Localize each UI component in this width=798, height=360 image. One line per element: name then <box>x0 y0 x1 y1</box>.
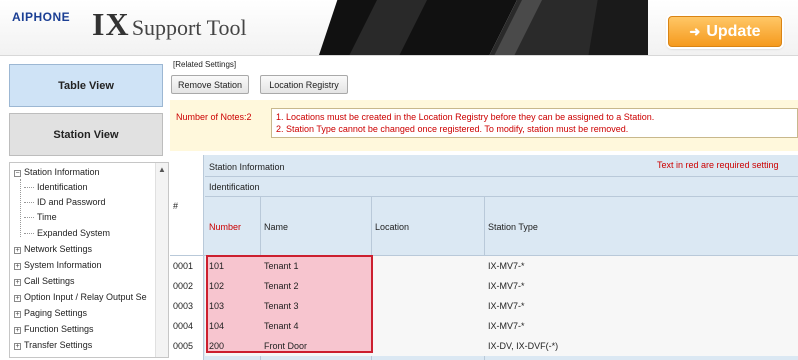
tree-dash <box>24 187 34 189</box>
expand-icon[interactable]: + <box>14 343 21 350</box>
tree-child-time[interactable]: Time <box>24 210 57 225</box>
tree-dash <box>24 202 34 204</box>
expand-icon[interactable]: + <box>14 247 21 254</box>
tree-item-station-information[interactable]: − Station Information <box>14 165 100 180</box>
grid-line <box>205 196 798 197</box>
tree-child-expanded-system[interactable]: Expanded System <box>24 226 110 241</box>
expand-icon[interactable]: + <box>14 279 21 286</box>
cell-name[interactable]: Tenant 1 <box>264 256 299 276</box>
cell-station-type: IX-MV7-* <box>488 281 525 291</box>
tree-dash <box>24 217 34 219</box>
note-line-1: 1. Locations must be created in the Loca… <box>276 112 655 122</box>
table-view-label: Table View <box>58 79 114 92</box>
cell-number[interactable]: 104 <box>209 316 224 336</box>
row-index: 0001 <box>173 261 194 271</box>
tree-item-label: System Information <box>24 260 102 270</box>
related-settings-label: [Related Settings] <box>173 60 237 69</box>
column-header-station-type[interactable]: Station Type <box>488 222 538 232</box>
app-title-rest: Support Tool <box>131 15 247 40</box>
tree-scrollbar[interactable]: ▲ <box>155 163 168 357</box>
tree-item-label: Paging Settings <box>24 308 88 318</box>
app-title: IX Support Tool <box>92 6 247 43</box>
row-index: 0002 <box>173 281 194 291</box>
tree-connector <box>20 179 21 237</box>
tree-child-id-and-password[interactable]: ID and Password <box>24 195 106 210</box>
cell-station-type: IX-MV7-* <box>488 261 525 271</box>
collapse-icon[interactable]: − <box>14 170 21 177</box>
row-index: 0004 <box>173 321 194 331</box>
cell-name[interactable]: Tenant 2 <box>264 276 299 296</box>
expand-icon[interactable]: + <box>14 295 21 302</box>
tree-item-label: Transfer Settings <box>24 340 93 350</box>
device-photo <box>319 0 648 55</box>
settings-tree: ▲ − Station Information Identification ID… <box>9 162 169 358</box>
row-index: 0003 <box>173 301 194 311</box>
tree-item-transfer-settings[interactable]: + Transfer Settings <box>14 338 92 353</box>
update-button[interactable]: ➜ Update <box>668 16 782 47</box>
tree-item-system-information[interactable]: + System Information <box>14 258 102 273</box>
note-line-2: 2. Station Type cannot be changed once r… <box>276 124 629 134</box>
tree-item-option-input-relay-output[interactable]: + Option Input / Relay Output Se <box>14 290 147 305</box>
expand-icon[interactable]: + <box>14 327 21 334</box>
app-window: AIPHONE IX Support Tool ➜ Update Table V… <box>0 0 798 360</box>
row-index: 0005 <box>173 341 194 351</box>
column-header-name[interactable]: Name <box>264 222 288 232</box>
required-settings-note: Text in red are required setting <box>657 160 779 170</box>
tree-child-label: Expanded System <box>37 228 111 238</box>
expand-icon[interactable]: + <box>14 311 21 318</box>
tree-item-label: Option Input / Relay Output Se <box>24 292 147 302</box>
app-title-ix: IX <box>92 6 130 42</box>
tree-dash <box>24 233 34 235</box>
scroll-up-icon[interactable]: ▲ <box>156 163 168 177</box>
tree-item-label: Station Information <box>24 167 100 177</box>
cell-number[interactable]: 102 <box>209 276 224 296</box>
location-registry-button[interactable]: Location Registry <box>260 75 348 94</box>
cell-station-type: IX-DV, IX-DVF(-*) <box>488 341 559 351</box>
cell-station-type: IX-MV7-* <box>488 301 525 311</box>
table-view-button[interactable]: Table View <box>9 64 163 107</box>
column-header-location[interactable]: Location <box>375 222 409 232</box>
tree-item-label: Function Settings <box>24 324 94 334</box>
row-number-header: # <box>173 201 179 211</box>
cell-name[interactable]: Tenant 3 <box>264 296 299 316</box>
cell-number[interactable]: 200 <box>209 336 224 356</box>
tree-child-label: Time <box>37 212 57 222</box>
column-header-number[interactable]: Number <box>209 222 241 232</box>
tree-item-paging-settings[interactable]: + Paging Settings <box>14 306 87 321</box>
tree-child-label: Identification <box>37 182 88 192</box>
tree-item-label: Call Settings <box>24 276 75 286</box>
tree-item-label: Network Settings <box>24 244 93 254</box>
tree-child-identification[interactable]: Identification <box>24 180 88 195</box>
tree-child-label: ID and Password <box>37 197 106 207</box>
app-header: AIPHONE IX Support Tool ➜ Update <box>0 0 798 56</box>
update-button-label: Update <box>706 22 761 40</box>
remove-station-button[interactable]: Remove Station <box>171 75 249 94</box>
notes-count-label: Number of Notes:2 <box>176 112 252 122</box>
group-header-station-information: Station Information <box>209 162 285 172</box>
grid-line <box>205 176 798 177</box>
tree-item-call-settings[interactable]: + Call Settings <box>14 274 75 289</box>
tree-item-function-settings[interactable]: + Function Settings <box>14 322 94 337</box>
notes-box: 1. Locations must be created in the Loca… <box>271 108 798 138</box>
cell-name[interactable]: Front Door <box>264 336 307 356</box>
sub-header-identification: Identification <box>209 182 260 192</box>
cell-number[interactable]: 103 <box>209 296 224 316</box>
cell-name[interactable]: Tenant 4 <box>264 316 299 336</box>
expand-icon[interactable]: + <box>14 263 21 270</box>
cell-station-type: IX-MV7-* <box>488 321 525 331</box>
cell-number[interactable]: 101 <box>209 256 224 276</box>
station-view-label: Station View <box>53 128 119 141</box>
arrow-right-icon: ➜ <box>689 23 701 39</box>
brand-logo: AIPHONE <box>12 10 71 24</box>
tree-item-network-settings[interactable]: + Network Settings <box>14 242 92 257</box>
station-view-button[interactable]: Station View <box>9 113 163 156</box>
